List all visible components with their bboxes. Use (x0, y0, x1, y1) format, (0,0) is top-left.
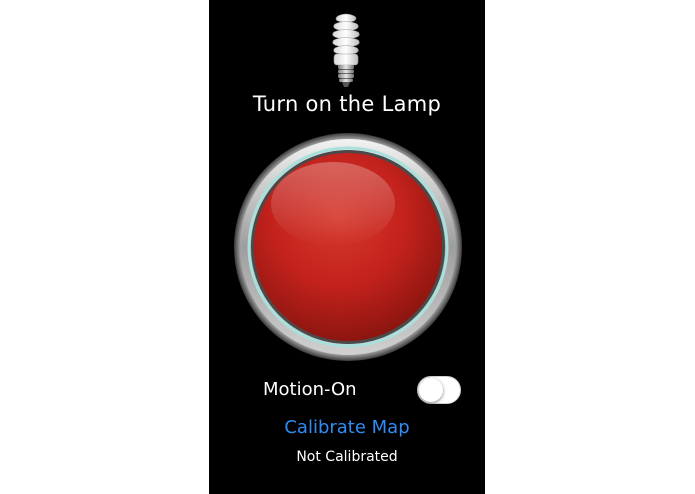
motion-toggle[interactable] (417, 376, 461, 404)
lightbulb-icon (326, 12, 366, 88)
page-title: Turn on the Lamp (252, 92, 442, 116)
calibration-status: Not Calibrated (296, 449, 398, 465)
page-background: Turn on the Lamp Motion-On Calibrate Map… (0, 0, 695, 494)
toggle-knob (419, 378, 443, 402)
motion-label: Motion-On (263, 379, 357, 400)
calibrate-map-button[interactable]: Calibrate Map (209, 417, 485, 438)
lamp-power-button[interactable] (233, 132, 463, 362)
app-screen: Turn on the Lamp Motion-On Calibrate Map… (209, 0, 485, 494)
